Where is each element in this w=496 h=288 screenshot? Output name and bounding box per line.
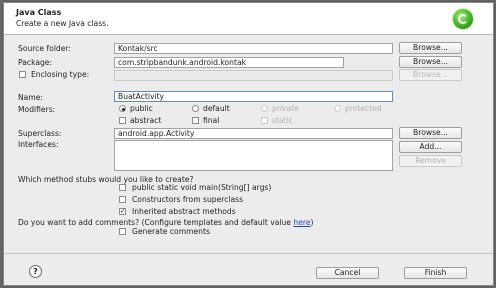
source-folder-label: Source folder: xyxy=(18,44,71,53)
package-browse-button[interactable]: Browse... xyxy=(399,56,462,68)
generate-comments-label: Generate comments xyxy=(132,227,210,236)
superclass-browse-button[interactable]: Browse... xyxy=(399,127,462,139)
modifier-protected-label: protected xyxy=(345,104,382,113)
interfaces-remove-button[interactable]: Remove xyxy=(399,155,462,167)
source-folder-browse-button[interactable]: Browse... xyxy=(399,42,462,54)
modifier-static-label: static xyxy=(272,116,293,125)
modifier-public-label: public xyxy=(130,104,153,113)
stub-constructors-checkbox[interactable] xyxy=(119,196,126,203)
interfaces-list[interactable] xyxy=(114,140,393,171)
footer-separator xyxy=(4,253,493,254)
comments-question: Do you want to add comments? (Configure … xyxy=(18,218,313,227)
source-folder-input[interactable]: Kontak/src xyxy=(114,43,393,54)
package-label: Package: xyxy=(18,58,53,67)
modifier-abstract-label: abstract xyxy=(130,116,162,125)
superclass-input[interactable]: android.app.Activity xyxy=(114,128,393,139)
help-icon[interactable]: ? xyxy=(29,265,42,278)
modifier-abstract-checkbox[interactable] xyxy=(119,117,126,124)
dialog-message: Create a new Java class. xyxy=(16,19,109,28)
dialog-banner: Java Class Create a new Java class. xyxy=(4,3,493,35)
enclosing-type-label: Enclosing type: xyxy=(31,70,90,79)
interfaces-add-button[interactable]: Add... xyxy=(399,141,462,153)
new-java-class-dialog: Java Class Create a new Java class. Sour… xyxy=(3,2,494,286)
modifier-final-checkbox[interactable] xyxy=(192,117,199,124)
new-class-wizard-icon xyxy=(453,9,473,29)
enclosing-type-checkbox[interactable] xyxy=(19,71,26,78)
modifier-default-label: default xyxy=(203,104,230,113)
modifier-static-checkbox[interactable] xyxy=(261,117,268,124)
modifier-public-radio[interactable] xyxy=(119,105,126,112)
generate-comments-checkbox[interactable] xyxy=(119,228,126,235)
stub-inherited-checkbox[interactable]: ✓ xyxy=(119,208,126,215)
dialog-title: Java Class xyxy=(16,8,62,17)
class-name-input[interactable]: BuatActivity xyxy=(114,91,393,102)
stub-constructors-label: Constructors from superclass xyxy=(132,195,244,204)
interfaces-label: Interfaces: xyxy=(18,140,59,149)
modifier-default-radio[interactable] xyxy=(192,105,199,112)
modifiers-label: Modifiers: xyxy=(18,105,56,114)
comments-question-end: ) xyxy=(310,218,314,227)
enclosing-type-input[interactable] xyxy=(114,70,393,81)
package-input[interactable]: com.stripbandunk.android.kontak xyxy=(114,57,344,68)
name-label: Name: xyxy=(18,93,43,102)
stub-main-checkbox[interactable] xyxy=(119,184,126,191)
finish-button[interactable]: Finish xyxy=(404,267,467,279)
modifier-protected-radio[interactable] xyxy=(334,105,341,112)
enclosing-type-browse-button[interactable]: Browse... xyxy=(399,69,462,81)
superclass-label: Superclass: xyxy=(18,129,62,138)
configure-templates-link[interactable]: here xyxy=(293,218,310,227)
modifier-private-radio[interactable] xyxy=(261,105,268,112)
stub-main-label: public static void main(String[] args) xyxy=(132,183,272,192)
modifier-final-label: final xyxy=(203,116,220,125)
modifier-private-label: private xyxy=(272,104,299,113)
comments-question-text: Do you want to add comments? (Configure … xyxy=(18,218,294,227)
cancel-button[interactable]: Cancel xyxy=(316,267,379,279)
stub-inherited-label: Inherited abstract methods xyxy=(132,207,236,216)
